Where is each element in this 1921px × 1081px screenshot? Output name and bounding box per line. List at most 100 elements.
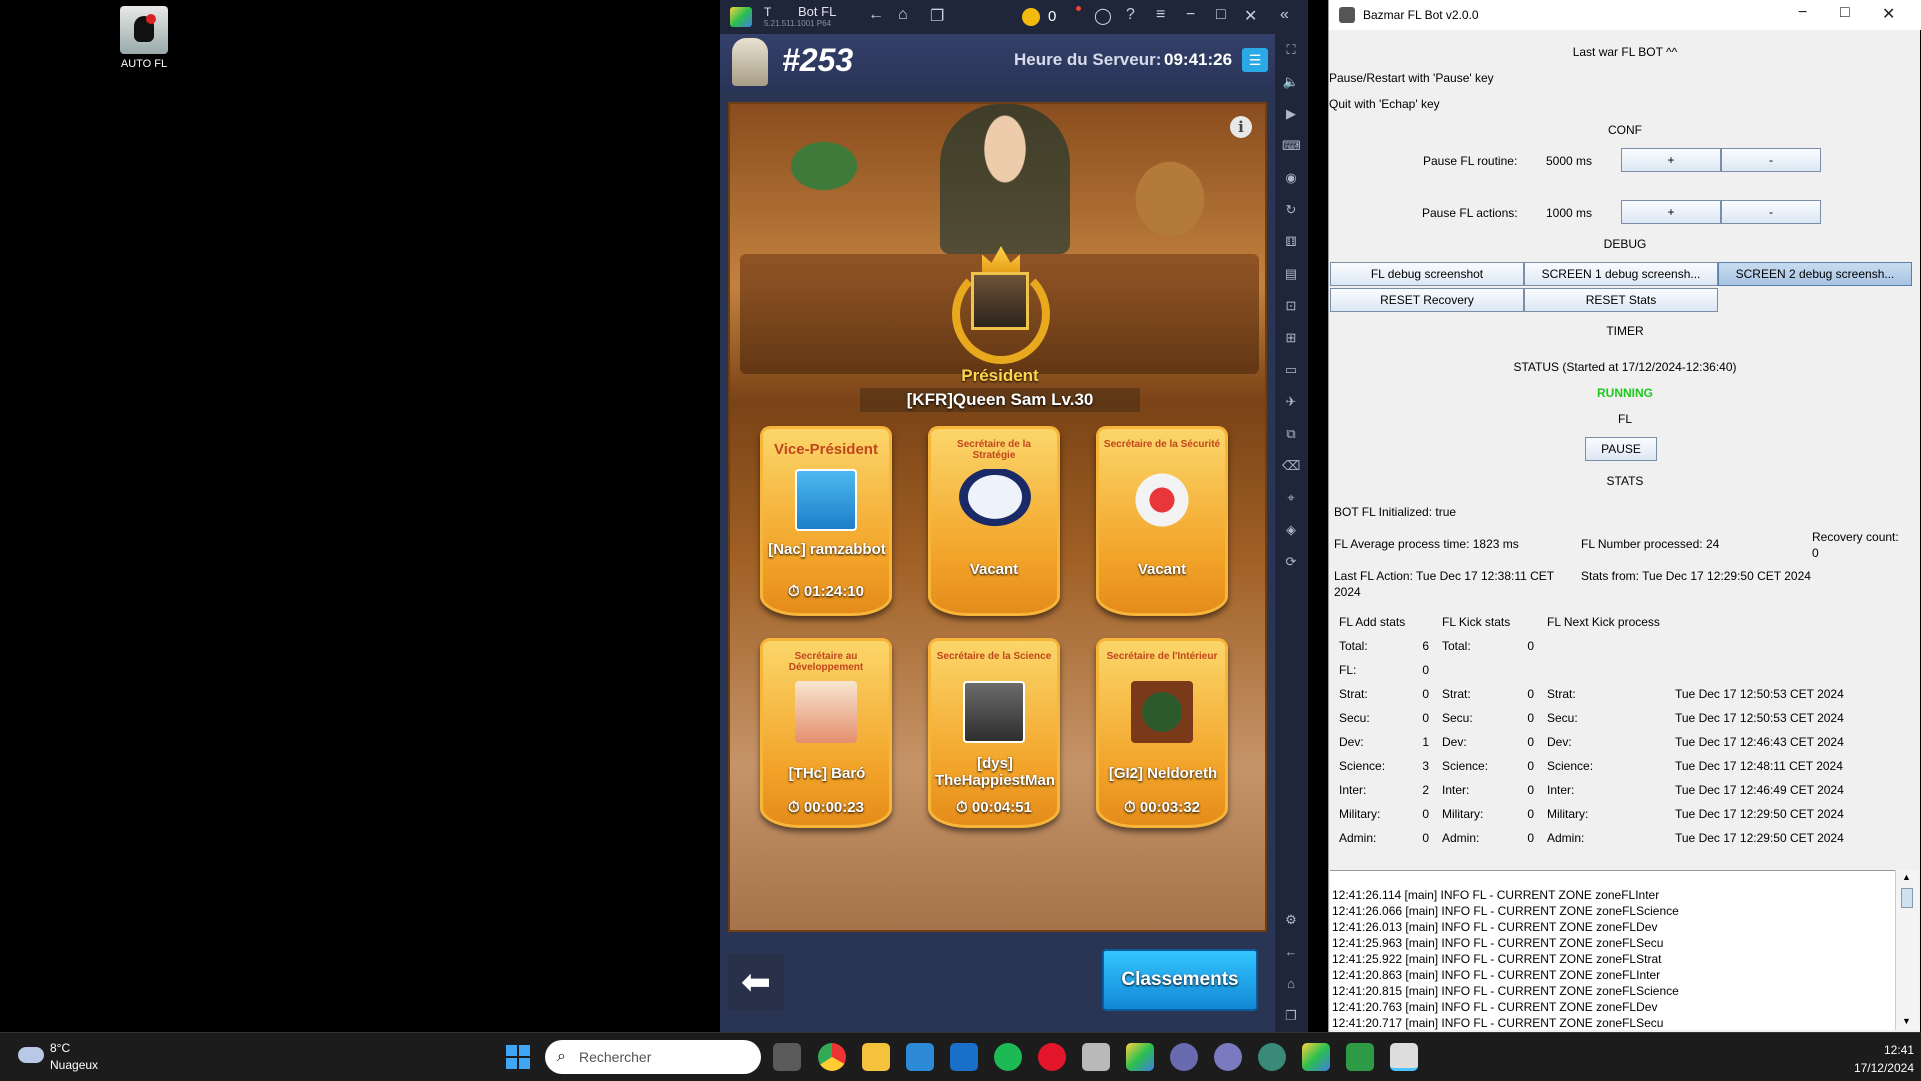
bluestacks-icon[interactable] (1126, 1043, 1154, 1071)
stats-row-value: 0 (1527, 639, 1534, 653)
stats-row-value: 0 (1527, 735, 1534, 749)
card-strategy[interactable]: Secrétaire de la Stratégie Vacant (928, 426, 1060, 616)
log-console[interactable]: 12:41:26.114 [main] INFO FL - CURRENT ZO… (1330, 870, 1895, 1030)
minimize-icon[interactable]: − (1798, 4, 1807, 22)
back-icon[interactable]: ← (1282, 944, 1300, 960)
multi-instance-icon[interactable]: ⧉ (1282, 426, 1300, 442)
info-icon[interactable]: i (1230, 116, 1252, 138)
system-clock[interactable]: 12:41 17/12/2024 (1836, 1041, 1914, 1077)
airplane-icon[interactable]: ✈ (1282, 394, 1300, 410)
log-line: 12:41:26.114 [main] INFO FL - CURRENT ZO… (1332, 888, 1660, 902)
desktop-shortcut-auto-fl[interactable]: AUTO FL (112, 6, 176, 70)
calendar-icon[interactable] (1082, 1043, 1110, 1071)
clock-date: 17/12/2024 (1853, 1061, 1914, 1075)
keyboard-icon[interactable]: ⌨ (1282, 138, 1301, 154)
fl-debug-screenshot-button[interactable]: FL debug screenshot (1330, 262, 1524, 286)
screen1-debug-button[interactable]: SCREEN 1 debug screensh... (1524, 262, 1718, 286)
app-icon-1[interactable] (1170, 1043, 1198, 1071)
account-icon[interactable]: ◯ (1094, 6, 1112, 26)
card-science[interactable]: Secrétaire de la Science [dys] TheHappie… (928, 638, 1060, 828)
card-vice-president[interactable]: Vice-Président [Nac] ramzabbot ⏱ 01:24:1… (760, 426, 892, 616)
card-development[interactable]: Secrétaire au Développement [THc] Baró ⏱… (760, 638, 892, 828)
remote-desktop-icon[interactable] (906, 1043, 934, 1071)
card-vacant: Vacant (1137, 561, 1187, 578)
gamepad-icon[interactable]: ⚅ (1282, 234, 1300, 250)
help-icon[interactable]: ? (1126, 6, 1135, 24)
opera-icon[interactable] (1038, 1043, 1066, 1071)
rotate-icon[interactable]: ↻ (1282, 202, 1300, 218)
log-scrollbar[interactable]: ▲ ▼ (1895, 870, 1919, 1030)
outlook-icon[interactable] (950, 1043, 978, 1071)
macro-icon[interactable]: ⊞ (1282, 330, 1300, 346)
back-arrow-icon[interactable]: ← (868, 6, 884, 24)
president-avatar[interactable] (971, 272, 1029, 330)
log-line: 12:41:20.863 [main] INFO FL - CURRENT ZO… (1332, 968, 1661, 982)
maximize-icon[interactable]: □ (1216, 6, 1226, 24)
spotify-icon[interactable] (994, 1043, 1022, 1071)
sync-icon[interactable]: ⟳ (1282, 554, 1300, 570)
folder-icon[interactable]: ▭ (1282, 362, 1300, 378)
fullscreen-icon[interactable]: ⛶ (1282, 42, 1300, 58)
screenshot-icon[interactable]: ⊡ (1282, 298, 1300, 314)
pause-actions-minus-button[interactable]: - (1721, 200, 1821, 224)
screen2-debug-button[interactable]: SCREEN 2 debug screensh... (1718, 262, 1912, 286)
app-icon-3[interactable] (1258, 1043, 1286, 1071)
pause-routine-label: Pause FL routine: (1423, 154, 1518, 168)
settings-gear-icon[interactable]: ⚙ (1282, 912, 1300, 928)
notepad-icon[interactable] (1346, 1043, 1374, 1071)
location-icon[interactable]: ⌖ (1282, 490, 1300, 506)
coin-icon (1022, 8, 1040, 26)
pause-routine-plus-button[interactable]: + (1621, 148, 1721, 172)
task-view-icon[interactable] (773, 1043, 801, 1071)
card-security[interactable]: Secrétaire de la Sécurité Vacant (1096, 426, 1228, 616)
scroll-thumb[interactable] (1901, 888, 1913, 908)
windows-start-icon[interactable] (506, 1045, 530, 1069)
menu-icon[interactable]: ≡ (1156, 6, 1165, 24)
pause-actions-plus-button[interactable]: + (1621, 200, 1721, 224)
rankings-button[interactable]: Classements (1102, 949, 1258, 1011)
home-icon[interactable]: ⌂ (1282, 976, 1300, 992)
back-button[interactable]: ⬅ (728, 954, 784, 1010)
file-explorer-icon[interactable] (862, 1043, 890, 1071)
record-icon[interactable]: ◉ (1282, 170, 1300, 186)
layers-icon[interactable]: ◈ (1282, 522, 1300, 538)
bluestacks-multi-icon[interactable] (1302, 1043, 1330, 1071)
stats-row-label: Strat: (1547, 687, 1576, 701)
taskbar-search[interactable]: ⌕ Rechercher (545, 1040, 761, 1074)
stats-section-label: STATS (1606, 474, 1644, 488)
stats-row-label: Science: (1547, 759, 1594, 773)
reset-stats-button[interactable]: RESET Stats (1524, 288, 1718, 312)
multi-window-icon[interactable]: ❐ (930, 6, 944, 26)
volume-icon[interactable]: 🔈 (1282, 74, 1300, 90)
reset-recovery-button[interactable]: RESET Recovery (1330, 288, 1524, 312)
server-time: 09:41:26 (1164, 50, 1233, 69)
card-title: Secrétaire de la Science (936, 651, 1052, 662)
bot-window: Bazmar FL Bot v2.0.0 − □ ✕ Last war FL B… (1328, 0, 1921, 1032)
conf-section-label: CONF (1608, 123, 1642, 137)
app-icon-2[interactable] (1214, 1043, 1242, 1071)
pause-button[interactable]: PAUSE (1585, 437, 1657, 461)
minimize-icon[interactable]: − (1186, 6, 1195, 24)
card-interior[interactable]: Secrétaire de l'Intérieur [GI2] Neldoret… (1096, 638, 1228, 828)
stopwatch-icon: ⏱ (956, 799, 972, 816)
close-icon[interactable]: ✕ (1882, 4, 1895, 24)
collapse-sidebar-icon[interactable]: « (1280, 6, 1289, 24)
recent-apps-icon[interactable]: ❐ (1282, 1008, 1300, 1024)
play-store-icon[interactable]: ▶ (1282, 106, 1300, 122)
apk-icon[interactable]: ▤ (1282, 266, 1300, 282)
scroll-up-icon[interactable]: ▲ (1902, 872, 1911, 882)
server-time-label: Heure du Serveur: (1014, 50, 1162, 69)
chat-icon[interactable]: ☰ (1242, 48, 1268, 72)
chrome-icon[interactable] (818, 1043, 846, 1071)
eraser-icon[interactable]: ⌫ (1282, 458, 1300, 474)
maximize-icon[interactable]: □ (1840, 4, 1850, 22)
java-app-icon (120, 6, 168, 54)
scroll-down-icon[interactable]: ▼ (1902, 1016, 1911, 1026)
stats-row-value: Tue Dec 17 12:46:43 CET 2024 (1675, 735, 1844, 749)
pause-routine-minus-button[interactable]: - (1721, 148, 1821, 172)
add-stats-header: FL Add stats (1339, 615, 1406, 629)
close-icon[interactable]: ✕ (1244, 6, 1257, 26)
home-icon[interactable]: ⌂ (898, 6, 908, 24)
java-bot-taskbar-icon[interactable] (1390, 1043, 1418, 1071)
stats-row-value: 0 (1527, 807, 1534, 821)
